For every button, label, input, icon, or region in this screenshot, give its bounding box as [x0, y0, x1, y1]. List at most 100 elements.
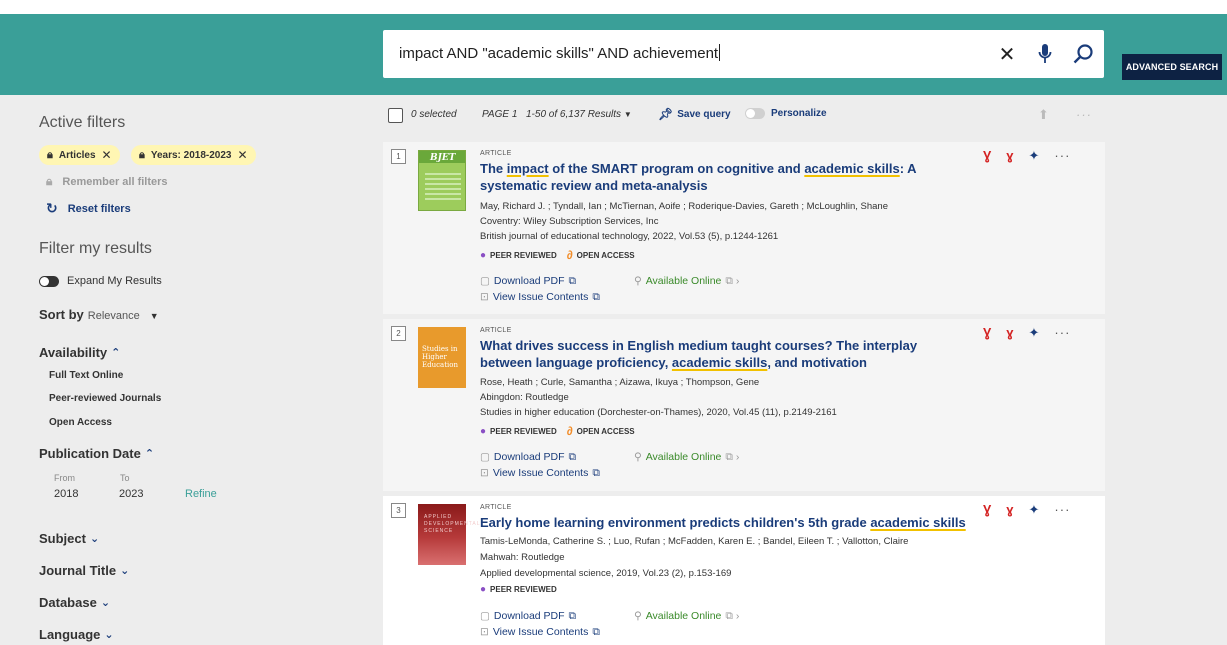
link-icon: ⚲ [634, 451, 642, 463]
link-icon: ⚲ [634, 275, 642, 287]
pin-icon: 📌︎ [658, 107, 674, 121]
publication-date-section-toggle[interactable]: Publication Date ⌃ [39, 446, 154, 461]
peer-reviewed-label: PEER REVIEWED [490, 250, 557, 260]
select-all-checkbox[interactable] [388, 108, 403, 123]
cited-by-icon[interactable]: ɣ [1006, 502, 1013, 518]
result-badges: ● PEER REVIEWED ∂ OPEN ACCESS [480, 424, 635, 438]
title-text: , and motivation [767, 355, 867, 370]
result-title[interactable]: Early home learning environment predicts… [480, 514, 1000, 531]
filter-chip-articles[interactable]: 🔒︎ Articles ✕ [39, 145, 120, 165]
caret-down-icon[interactable]: ▼ [150, 311, 159, 321]
selected-count: 0 selected [411, 109, 457, 120]
pin-icon[interactable]: ✦ [1029, 502, 1040, 518]
more-options-icon[interactable]: ··· [1054, 148, 1070, 164]
available-online-link[interactable]: ⚲ Available Online ⧉ › [634, 273, 739, 289]
reset-filters-button[interactable]: ↻ Reset filters [46, 200, 131, 217]
journal-title-title: Journal Title [39, 563, 117, 578]
download-pdf-label: Download PDF [493, 610, 565, 622]
citation-trail-icon[interactable]: Ɣ [983, 325, 991, 341]
available-online-label: Available Online [645, 451, 722, 463]
pdf-icon: ▢ [480, 275, 490, 287]
database-section-toggle[interactable]: Database ⌄ [39, 595, 110, 610]
save-query-button[interactable]: 📌︎ Save query [658, 107, 731, 121]
external-link-icon: ⧉ [568, 451, 577, 463]
peer-reviewed-label: PEER REVIEWED [490, 426, 557, 436]
result-title[interactable]: What drives success in English medium ta… [480, 337, 950, 371]
filter-chip-years[interactable]: 🔒︎ Years: 2018-2023 ✕ [131, 145, 256, 165]
result-card[interactable]: 2 Studies in Higher Education ARTICLE Wh… [383, 319, 1105, 491]
chip-label: Articles [58, 149, 96, 161]
facet-open-access[interactable]: Open Access [49, 417, 112, 428]
pdf-icon: ▢ [480, 610, 490, 622]
view-issue-contents-link[interactable]: ⊡ View Issue Contents ⧉ [480, 465, 880, 481]
title-highlight: academic skills [671, 355, 768, 370]
result-source: Studies in higher education (Dorchester-… [480, 407, 837, 418]
pin-icon[interactable]: ✦ [1029, 325, 1040, 341]
journal-title-section-toggle[interactable]: Journal Title ⌄ [39, 563, 129, 578]
citation-trail-icon[interactable]: Ɣ [983, 148, 991, 164]
remember-filters-button[interactable]: 🔒︎ Remember all filters [46, 174, 168, 189]
result-card[interactable]: 1 BJET ARTICLE The impact of the SMART p… [383, 142, 1105, 314]
microphone-icon[interactable] [1034, 42, 1056, 66]
citation-trail-icon[interactable]: Ɣ [983, 502, 991, 518]
remove-chip-icon[interactable]: ✕ [102, 148, 112, 162]
expand-results-toggle[interactable]: Expand My Results [39, 275, 162, 287]
more-options-icon[interactable]: ··· [1076, 107, 1092, 122]
filter-results-title: Filter my results [39, 240, 152, 257]
language-section-toggle[interactable]: Language ⌄ [39, 627, 114, 642]
search-icon[interactable] [1072, 42, 1094, 66]
available-online-link[interactable]: ⚲ Available Online ⧉ › [634, 449, 739, 465]
link-icon: ⚲ [634, 610, 642, 622]
results-range-label: 1-50 of 6,137 Results [526, 109, 622, 120]
lock-icon: 🔒︎ [46, 174, 53, 188]
journal-cover-thumbnail[interactable]: BJET [418, 150, 466, 211]
toggle-switch[interactable] [39, 275, 59, 287]
search-box[interactable]: impact AND "academic skills" AND achieve… [383, 30, 1104, 78]
close-icon[interactable]: ✕ [996, 42, 1018, 66]
view-issue-contents-link[interactable]: ⊡ View Issue Contents ⧉ [480, 624, 880, 640]
search-input[interactable]: impact AND "academic skills" AND achieve… [399, 44, 721, 62]
more-options-icon[interactable]: ··· [1054, 502, 1070, 518]
result-title[interactable]: The impact of the SMART program on cogni… [480, 160, 980, 194]
sidebar: Active filters 🔒︎ Articles ✕ 🔒︎ Years: 2… [0, 95, 380, 645]
remove-chip-icon[interactable]: ✕ [237, 148, 247, 162]
result-links: ▢ Download PDF ⧉ ⚲ Available Online ⧉ › ⊡ Vie… [480, 608, 880, 642]
pin-icon[interactable]: ✦ [1029, 148, 1040, 164]
advanced-search-button[interactable]: ADVANCED SEARCH [1122, 54, 1222, 80]
subject-section-toggle[interactable]: Subject ⌄ [39, 531, 99, 546]
open-access-label: OPEN ACCESS [576, 426, 635, 436]
view-issue-contents-link[interactable]: ⊡ View Issue Contents ⧉ [480, 289, 880, 305]
open-access-icon: ∂ [566, 424, 573, 438]
result-type: ARTICLE [480, 150, 512, 157]
toggle-switch[interactable] [745, 108, 765, 119]
journal-cover-thumbnail[interactable]: APPLIED DEVELOPMENTAL SCIENCE [418, 504, 479, 565]
pin-icon[interactable]: ⬆︎ [1038, 107, 1049, 123]
caret-down-icon[interactable]: ▼ [624, 110, 632, 119]
result-card[interactable]: 3 APPLIED DEVELOPMENTAL SCIENCE ARTICLE … [383, 496, 1105, 645]
result-authors: May, Richard J. ; Tyndall, Ian ; McTiern… [480, 201, 888, 212]
availability-section-toggle[interactable]: Availability ⌃ [39, 345, 120, 360]
more-options-icon[interactable]: ··· [1054, 325, 1070, 341]
from-year-input[interactable]: 2018 [54, 488, 78, 500]
sort-by-control[interactable]: Sort by Relevance ▼ [39, 307, 159, 322]
to-year-input[interactable]: 2023 [119, 488, 143, 500]
book-icon: ⊡ [480, 291, 489, 303]
result-publisher: Mahwah: Routledge [480, 552, 565, 563]
external-link-icon: ⧉ [568, 610, 577, 622]
cited-by-icon[interactable]: ɣ [1006, 148, 1013, 164]
journal-cover-thumbnail[interactable]: Studies in Higher Education [418, 327, 466, 388]
refine-button[interactable]: Refine [185, 488, 217, 500]
personalize-toggle[interactable]: Personalize [745, 108, 827, 119]
available-online-link[interactable]: ⚲ Available Online ⧉ › [634, 608, 739, 624]
facet-peer-reviewed[interactable]: Peer-reviewed Journals [49, 393, 161, 404]
open-access-badge: ∂ OPEN ACCESS [567, 248, 635, 262]
peer-reviewed-badge: ● PEER REVIEWED [480, 250, 557, 261]
results-range[interactable]: 1-50 of 6,137 Results ▼ [526, 109, 632, 120]
cited-by-icon[interactable]: ɣ [1006, 325, 1013, 341]
sort-by-value[interactable]: Relevance [88, 310, 140, 322]
right-panel [1105, 95, 1227, 645]
result-number: 2 [391, 326, 406, 341]
facet-full-text-online[interactable]: Full Text Online [49, 370, 123, 381]
publication-date-title: Publication Date [39, 446, 141, 461]
peer-reviewed-icon: ● [480, 425, 487, 437]
